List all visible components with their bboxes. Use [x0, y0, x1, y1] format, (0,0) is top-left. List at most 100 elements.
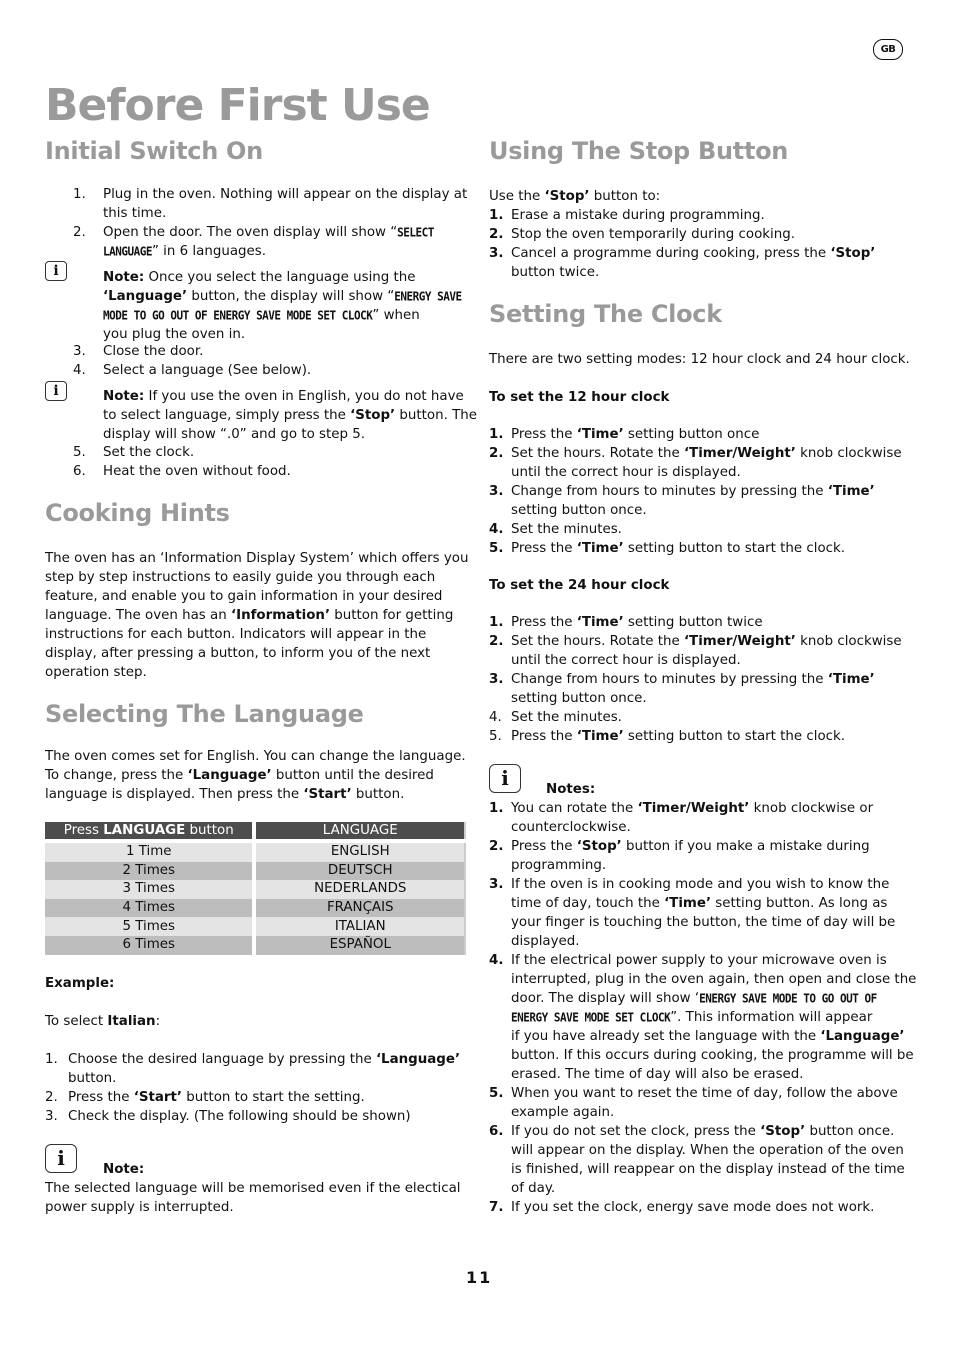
list-item-cont: interrupted, plug in the oven again, the…: [511, 972, 917, 987]
cell-language: NEDERLANDS: [256, 880, 466, 899]
note-memorised: The selected language will be memorised …: [45, 1181, 461, 1215]
list-item: 1. Press the ‘Time’ setting button once: [489, 427, 760, 442]
lcd-text: ENERGY SAVE MODE SET CLOCK: [511, 1010, 671, 1025]
list-item-cont: until the correct hour is displayed.: [511, 465, 741, 480]
twentyfour-hour-label: To set the 24 hour clock: [489, 578, 670, 593]
list-item-cont: this time.: [103, 206, 167, 221]
list-item-cont: ENERGY SAVE MODE SET CLOCK”. This inform…: [489, 1008, 916, 1027]
list-item: 3. Change from hours to minutes by pressi…: [489, 484, 875, 499]
list-item-cont: until the correct hour is displayed.: [511, 653, 741, 668]
list-item: 2. Press the ‘Start’ button to start the …: [45, 1090, 365, 1105]
list-item: 1. Plug in the oven. Nothing will appear …: [73, 187, 468, 202]
list-item: 4. Set the minutes.: [489, 710, 622, 725]
list-item: 2. Open the door. The oven display will s…: [45, 223, 470, 242]
list-item-cont: is finished, will reappear on the displa…: [511, 1162, 905, 1177]
cell-presses: 1 Time: [45, 843, 253, 862]
list-item: 1. Choose the desired language by pressin…: [45, 1052, 461, 1067]
initial-switch-on-steps-3: 5. Set the clock. 6. Heat the oven without…: [45, 443, 291, 481]
page-number: 11: [466, 1268, 493, 1287]
lcd-text: SELECT: [397, 225, 434, 240]
table-header-presses: Press LANGUAGE button: [45, 822, 253, 839]
list-item-cont: programming.: [511, 858, 607, 873]
cell-language: ESPAÑOL: [256, 935, 466, 955]
initial-switch-on-steps-2: 3. Close the door. 4. Select a language (S…: [45, 342, 311, 380]
table-row: 2 Times DEUTSCH: [45, 861, 466, 881]
list-item-cont: time of day, touch the ‘Time’ setting bu…: [511, 896, 888, 911]
list-item-cont: button twice.: [511, 265, 600, 280]
table-header-language: LANGUAGE: [256, 822, 466, 839]
twelve-hour-label: To set the 12 hour clock: [489, 390, 670, 405]
list-item: 3. Check the display. (The following shou…: [45, 1109, 411, 1124]
note-english: Note: If you use the oven in English, yo…: [103, 389, 477, 442]
twentyfour-hour-steps: 1. Press the ‘Time’ setting button twice 2…: [489, 613, 902, 746]
page-title: Before First Use: [45, 80, 431, 131]
list-item: 5. When you want to reset the time of day…: [489, 1086, 898, 1101]
region-badge-gb: GB: [873, 39, 903, 60]
info-icon: i: [489, 764, 521, 793]
list-item: 2. Set the hours. Rotate the ‘Timer/Weigh…: [489, 446, 902, 461]
heading-cooking-hints: Cooking Hints: [45, 499, 230, 527]
heading-using-stop-button: Using The Stop Button: [489, 137, 789, 165]
info-icon: i: [45, 381, 67, 401]
list-item: 2. Set the hours. Rotate the ‘Timer/Weigh…: [489, 634, 902, 649]
info-icon: i: [45, 1144, 77, 1173]
table-row: 4 Times FRANÇAIS: [45, 898, 466, 918]
list-item-cont: if you have already set the language wit…: [511, 1029, 905, 1044]
list-item: 3. Cancel a programme during cooking, pre…: [489, 246, 876, 261]
heading-setting-clock: Setting The Clock: [489, 300, 722, 328]
lcd-text: MODE TO GO OUT OF ENERGY SAVE MODE SET C…: [103, 308, 373, 323]
stop-button-section: Use the ‘Stop’ button to: 1. Erase a mist…: [489, 189, 876, 282]
list-item: 1. You can rotate the ‘Timer/Weight’ knob…: [489, 801, 874, 816]
example-label: Example:: [45, 976, 115, 991]
clock-notes: 1. You can rotate the ‘Timer/Weight’ knob…: [489, 799, 916, 1217]
list-item-cont: door. The display will show ‘ENERGY SAVE…: [489, 989, 916, 1008]
cell-presses: 3 Times: [45, 880, 253, 899]
info-icon: i: [45, 261, 67, 281]
cooking-hints-paragraph: The oven has an ‘Information Display Sys…: [45, 551, 469, 680]
list-item-cont: setting button once.: [511, 503, 647, 518]
list-item: 5. Press the ‘Time’ setting button to sta…: [489, 541, 846, 556]
list-item: 5. Press the ‘Time’ setting button to sta…: [489, 729, 846, 744]
example-steps: 1. Choose the desired language by pressin…: [45, 1050, 460, 1126]
list-item-cont: of day.: [511, 1181, 556, 1196]
list-item-cont: displayed.: [511, 934, 580, 949]
note-memorised-label: Note:: [103, 1162, 145, 1177]
initial-switch-on-steps: 1. Plug in the oven. Nothing will appear …: [45, 185, 470, 261]
list-item-cont: LANGUAGE” in 6 languages.: [103, 242, 470, 261]
list-item: 5. Set the clock.: [73, 445, 195, 460]
lcd-text: ENERGY SAVE: [394, 289, 462, 304]
cell-presses: 6 Times: [45, 935, 253, 955]
list-item-cont: counterclockwise.: [511, 820, 631, 835]
list-item: 2. Press the ‘Stop’ button if you make a …: [489, 839, 870, 854]
table-row: 6 Times ESPAÑOL: [45, 935, 466, 955]
stop-button-list: 1. Erase a mistake during programming. 2. S…: [489, 206, 875, 282]
cell-presses: 2 Times: [45, 861, 253, 881]
cell-language: ITALIAN: [256, 917, 466, 936]
list-item: 4. If the electrical power supply to your…: [489, 953, 887, 968]
lcd-text: ENERGY SAVE MODE TO GO OUT OF: [699, 991, 877, 1006]
list-item: 1. Press the ‘Time’ setting button twice: [489, 615, 763, 630]
list-item: 6. If you do not set the clock, press the…: [489, 1124, 895, 1139]
table-row: 1 Time ENGLISH: [45, 843, 466, 862]
list-item: 6. Heat the oven without food.: [73, 464, 291, 479]
list-item: 4. Select a language (See below).: [73, 363, 312, 378]
cell-language: DEUTSCH: [256, 861, 466, 881]
language-table: Press LANGUAGE button LANGUAGE 1 Time ENG…: [45, 822, 466, 955]
list-item-cont: button. If this occurs during cooking, t…: [511, 1048, 914, 1063]
example-section: Example: To select Italian: 1. Choose the…: [45, 976, 461, 1126]
cell-presses: 4 Times: [45, 898, 253, 918]
list-item: 4. Set the minutes.: [489, 522, 622, 537]
selecting-language-paragraph: The oven comes set for English. You can …: [45, 749, 466, 802]
list-item-cont: your finger is touching the button, the …: [511, 915, 896, 930]
note-language: Note: Once you select the language using…: [103, 270, 462, 342]
cell-language: ENGLISH: [256, 843, 466, 862]
table-row: 5 Times ITALIAN: [45, 917, 466, 936]
list-item-cont: button.: [68, 1071, 117, 1086]
notes-label: Notes:: [546, 782, 596, 797]
heading-initial-switch-on: Initial Switch On: [45, 137, 263, 165]
list-item-cont: erased. The time of day will also be era…: [511, 1067, 804, 1082]
twelve-hour-steps: 1. Press the ‘Time’ setting button once 2.…: [489, 425, 902, 558]
list-item-cont: setting button once.: [511, 691, 647, 706]
list-item-cont: example again.: [511, 1105, 615, 1120]
list-item: 3. If the oven is in cooking mode and you…: [489, 877, 890, 892]
